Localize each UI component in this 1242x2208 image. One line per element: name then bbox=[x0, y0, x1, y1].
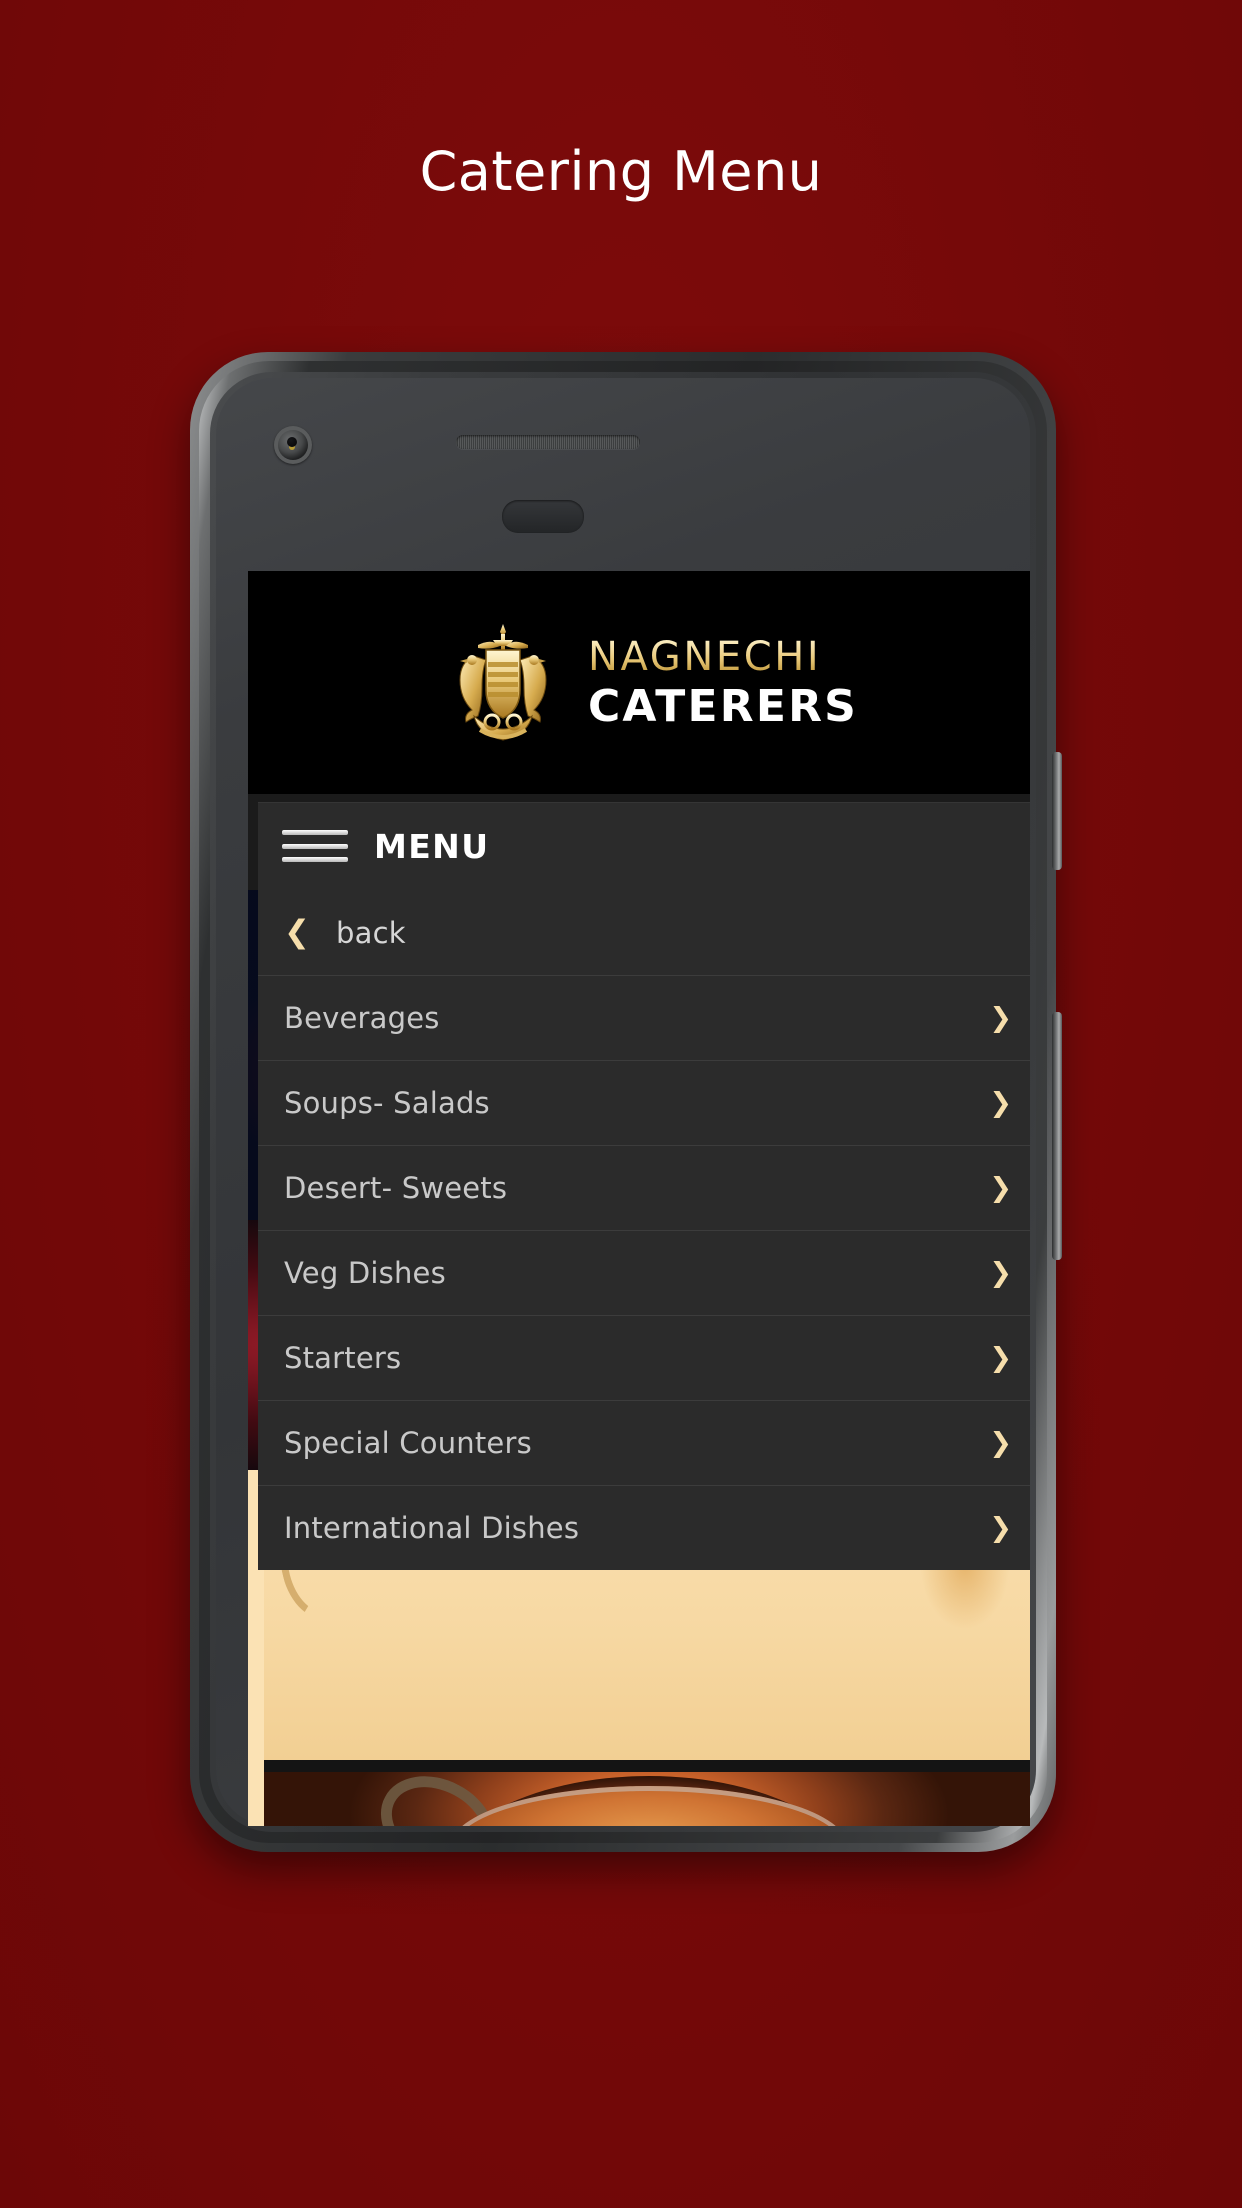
menu-bar[interactable]: MENU bbox=[258, 802, 1030, 890]
chevron-right-icon: ❯ bbox=[989, 1172, 1012, 1204]
dropdown-menu-panel: ❮ back Beverages ❯ Soups- Salads ❯ Deser… bbox=[258, 890, 1030, 1570]
chevron-left-icon: ❮ bbox=[284, 914, 310, 950]
volume-rocker-button[interactable] bbox=[1052, 1012, 1062, 1260]
menu-item-label: Starters bbox=[284, 1341, 402, 1375]
menu-item-international-dishes[interactable]: International Dishes ❯ bbox=[258, 1485, 1030, 1570]
device-screen: NAGNECHI CATERERS MENU ❮ back Beverages … bbox=[216, 378, 1030, 1826]
menu-item-label: Beverages bbox=[284, 1001, 440, 1035]
phone-device-mockup: NAGNECHI CATERERS MENU ❮ back Beverages … bbox=[190, 352, 1062, 1852]
app-screen: NAGNECHI CATERERS MENU ❮ back Beverages … bbox=[248, 571, 1030, 1826]
menu-item-label: Special Counters bbox=[284, 1426, 532, 1460]
menu-item-veg-dishes[interactable]: Veg Dishes ❯ bbox=[258, 1230, 1030, 1315]
chevron-right-icon: ❯ bbox=[989, 1342, 1012, 1374]
photo-border-left bbox=[248, 1772, 264, 1826]
curry-bowl-photo-inner bbox=[248, 1772, 1030, 1826]
menu-item-label: Veg Dishes bbox=[284, 1256, 446, 1290]
menu-item-special-counters[interactable]: Special Counters ❯ bbox=[258, 1400, 1030, 1485]
menu-item-desert-sweets[interactable]: Desert- Sweets ❯ bbox=[258, 1145, 1030, 1230]
menu-item-back-label: back bbox=[335, 915, 406, 950]
chevron-right-icon: ❯ bbox=[989, 1087, 1012, 1119]
app-header: NAGNECHI CATERERS bbox=[248, 571, 1030, 794]
menu-item-starters[interactable]: Starters ❯ bbox=[258, 1315, 1030, 1400]
power-button[interactable] bbox=[1052, 752, 1062, 870]
menu-item-soups-salads[interactable]: Soups- Salads ❯ bbox=[258, 1060, 1030, 1145]
device-face: NAGNECHI CATERERS MENU ❮ back Beverages … bbox=[216, 378, 1030, 1826]
brand-logo: NAGNECHI CATERERS bbox=[440, 618, 858, 748]
chevron-right-icon: ❯ bbox=[989, 1002, 1012, 1034]
menu-item-back[interactable]: ❮ back bbox=[258, 890, 1030, 975]
menu-item-label: International Dishes bbox=[284, 1511, 580, 1545]
menu-item-label: Desert- Sweets bbox=[284, 1171, 508, 1205]
chevron-right-icon: ❯ bbox=[989, 1512, 1012, 1544]
brand-name-secondary: CATERERS bbox=[587, 680, 859, 732]
chevron-right-icon: ❯ bbox=[989, 1427, 1012, 1459]
menu-bar-label: MENU bbox=[374, 826, 490, 866]
curry-bowl-photo bbox=[248, 1772, 1030, 1826]
kadai-bowl-icon bbox=[429, 1776, 869, 1826]
menu-item-beverages[interactable]: Beverages ❯ bbox=[258, 975, 1030, 1060]
menu-item-label: Soups- Salads bbox=[284, 1086, 490, 1120]
hamburger-icon[interactable] bbox=[282, 824, 348, 868]
brand-name-primary: NAGNECHI bbox=[588, 637, 858, 677]
page-title: Catering Menu bbox=[419, 140, 823, 203]
brand-text: NAGNECHI CATERERS bbox=[588, 637, 858, 729]
app-content: ❮ back Beverages ❯ Soups- Salads ❯ Deser… bbox=[248, 890, 1030, 1826]
page-root: Catering Menu NAGNECHI CATERERS MENU ❮ b… bbox=[0, 0, 1242, 2208]
chevron-right-icon: ❯ bbox=[989, 1257, 1012, 1289]
crest-emblem-icon bbox=[440, 618, 566, 748]
